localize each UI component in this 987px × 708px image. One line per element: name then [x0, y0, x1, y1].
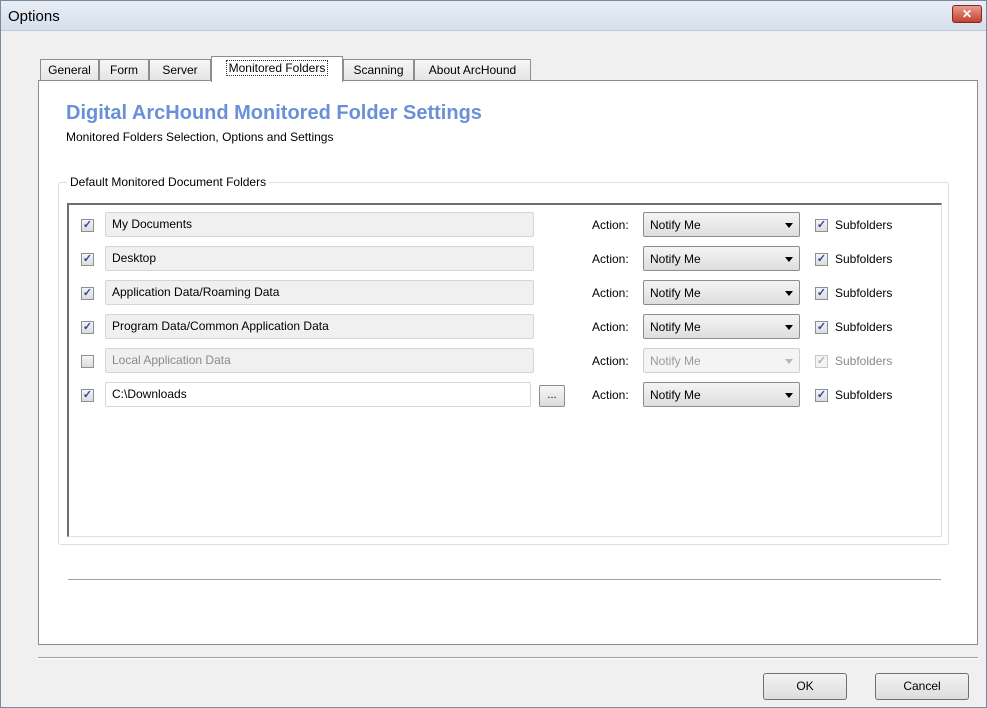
action-value: Notify Me	[650, 218, 701, 232]
window-title: Options	[8, 8, 60, 25]
subfolders-checkbox[interactable]: ✓	[815, 287, 828, 300]
subfolders-checkbox: ✓	[815, 355, 828, 368]
action-label: Action:	[592, 218, 629, 232]
action-dropdown[interactable]: Notify Me	[643, 314, 800, 339]
monitored-folders-panel: Digital ArcHound Monitored Folder Settin…	[38, 80, 978, 645]
folder-path-field: My Documents	[105, 212, 534, 237]
cancel-button[interactable]: Cancel	[875, 673, 969, 700]
action-value: Notify Me	[650, 252, 701, 266]
action-label: Action:	[592, 388, 629, 402]
folder-path-field: Application Data/Roaming Data	[105, 280, 534, 305]
subfolders-label: Subfolders	[835, 388, 893, 402]
dropdown-arrow-icon	[785, 325, 793, 330]
action-dropdown[interactable]: Notify Me	[643, 382, 800, 407]
folder-path-field: Desktop	[105, 246, 534, 271]
action-value: Notify Me	[650, 286, 701, 300]
action-dropdown[interactable]: Notify Me	[643, 212, 800, 237]
tab-scanning[interactable]: Scanning	[343, 59, 414, 81]
folder-list: ✓ My Documents Action: Notify Me ✓ Subfo…	[67, 203, 942, 537]
subfolders-checkbox[interactable]: ✓	[815, 253, 828, 266]
ok-button[interactable]: OK	[763, 673, 847, 700]
tab-about-archound[interactable]: About ArcHound	[414, 59, 531, 81]
folder-row: ✓ C:\Downloads ... Action: Notify Me ✓ S…	[69, 381, 939, 409]
close-button[interactable]: ✕	[952, 5, 982, 23]
group-title: Default Monitored Document Folders	[67, 175, 270, 189]
subfolders-label: Subfolders	[835, 252, 893, 266]
close-icon: ✕	[961, 7, 973, 21]
panel-divider	[68, 579, 941, 581]
dropdown-arrow-icon	[785, 393, 793, 398]
subfolders-checkbox[interactable]: ✓	[815, 321, 828, 334]
folder-path-field: Program Data/Common Application Data	[105, 314, 534, 339]
page-title: Digital ArcHound Monitored Folder Settin…	[66, 102, 482, 124]
options-dialog: Options ✕ General Form Server Monitored …	[0, 0, 987, 708]
dropdown-arrow-icon	[785, 359, 793, 364]
action-value: Notify Me	[650, 354, 701, 368]
folder-row: Local Application Data Action: Notify Me…	[69, 347, 939, 375]
folder-enabled-checkbox[interactable]: ✓	[81, 219, 94, 232]
tab-monitored-folders-label: Monitored Folders	[225, 60, 329, 76]
folder-row: ✓ Desktop Action: Notify Me ✓ Subfolders	[69, 245, 939, 273]
subfolders-label: Subfolders	[835, 218, 893, 232]
action-label: Action:	[592, 320, 629, 334]
tab-general[interactable]: General	[40, 59, 99, 81]
tab-form[interactable]: Form	[99, 59, 149, 81]
dropdown-arrow-icon	[785, 291, 793, 296]
subfolders-label: Subfolders	[835, 286, 893, 300]
action-label: Action:	[592, 252, 629, 266]
dropdown-arrow-icon	[785, 257, 793, 262]
folder-enabled-checkbox[interactable]: ✓	[81, 389, 94, 402]
browse-button[interactable]: ...	[539, 385, 565, 407]
action-dropdown: Notify Me	[643, 348, 800, 373]
subfolders-checkbox[interactable]: ✓	[815, 219, 828, 232]
folder-enabled-checkbox[interactable]	[81, 355, 94, 368]
title-bar[interactable]: Options ✕	[1, 1, 986, 31]
folder-row: ✓ Application Data/Roaming Data Action: …	[69, 279, 939, 307]
page-subtitle: Monitored Folders Selection, Options and…	[66, 130, 334, 144]
tab-server[interactable]: Server	[149, 59, 211, 81]
default-folders-group: Default Monitored Document Folders ✓ My …	[58, 175, 949, 545]
folder-row: ✓ Program Data/Common Application Data A…	[69, 313, 939, 341]
tab-monitored-folders[interactable]: Monitored Folders	[211, 56, 343, 82]
folder-enabled-checkbox[interactable]: ✓	[81, 253, 94, 266]
action-value: Notify Me	[650, 388, 701, 402]
footer-divider	[38, 657, 978, 659]
subfolders-label: Subfolders	[835, 320, 893, 334]
dropdown-arrow-icon	[785, 223, 793, 228]
folder-path-input[interactable]: C:\Downloads	[105, 382, 531, 407]
subfolders-label: Subfolders	[835, 354, 893, 368]
folder-enabled-checkbox[interactable]: ✓	[81, 321, 94, 334]
folder-row: ✓ My Documents Action: Notify Me ✓ Subfo…	[69, 211, 939, 239]
action-value: Notify Me	[650, 320, 701, 334]
action-label: Action:	[592, 354, 629, 368]
action-label: Action:	[592, 286, 629, 300]
folder-path-field: Local Application Data	[105, 348, 534, 373]
action-dropdown[interactable]: Notify Me	[643, 280, 800, 305]
subfolders-checkbox[interactable]: ✓	[815, 389, 828, 402]
folder-enabled-checkbox[interactable]: ✓	[81, 287, 94, 300]
action-dropdown[interactable]: Notify Me	[643, 246, 800, 271]
